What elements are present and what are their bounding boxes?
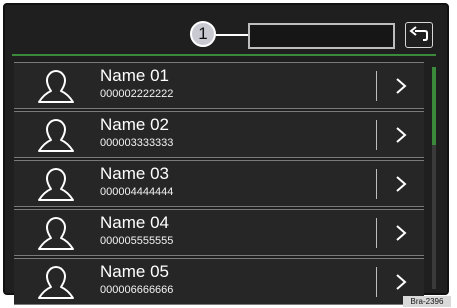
contact-details-button[interactable] — [377, 161, 424, 207]
person-icon — [38, 70, 74, 103]
contact-name: Name 03 — [100, 164, 169, 183]
chevron-right-icon — [396, 127, 407, 143]
back-arrow-icon — [409, 26, 428, 41]
contact-number: 000006666666 — [100, 284, 174, 296]
contact-row[interactable]: Name 05 000006666666 — [14, 258, 424, 305]
contact-number: 000002222222 — [100, 88, 174, 100]
contact-row[interactable]: Name 02 000003333333 — [14, 111, 424, 158]
chevron-right-icon — [396, 78, 407, 94]
contact-list: Name 01 000002222222 Name 02 000003333333 Na… — [14, 62, 424, 307]
person-icon — [38, 168, 74, 201]
callout-leader-line — [216, 34, 248, 36]
person-icon — [38, 217, 74, 250]
contact-details-button[interactable] — [377, 112, 424, 158]
chevron-right-icon — [396, 225, 407, 241]
back-button[interactable] — [405, 22, 433, 48]
callout-marker: 1 — [190, 21, 216, 47]
contact-name: Name 02 — [100, 115, 169, 134]
contact-details-button[interactable] — [377, 63, 424, 109]
chevron-right-icon — [396, 274, 407, 290]
contact-row[interactable]: Name 03 000004444444 — [14, 160, 424, 207]
contact-name: Name 01 — [100, 66, 169, 85]
contact-row[interactable]: Name 01 000002222222 — [14, 62, 424, 109]
title-field — [248, 23, 395, 49]
contact-number: 000005555555 — [100, 235, 174, 247]
contact-number: 000004444444 — [100, 186, 174, 198]
contact-name: Name 04 — [100, 213, 169, 232]
contact-row[interactable]: Name 04 000005555555 — [14, 209, 424, 256]
person-icon — [38, 266, 74, 299]
chevron-right-icon — [396, 176, 407, 192]
person-icon — [38, 119, 74, 152]
scrollbar-thumb[interactable] — [432, 67, 436, 145]
contact-name: Name 05 — [100, 262, 169, 281]
image-reference-tag: Bra-2396 — [403, 296, 451, 307]
contact-number: 000003333333 — [100, 137, 174, 149]
contact-details-button[interactable] — [377, 210, 424, 256]
